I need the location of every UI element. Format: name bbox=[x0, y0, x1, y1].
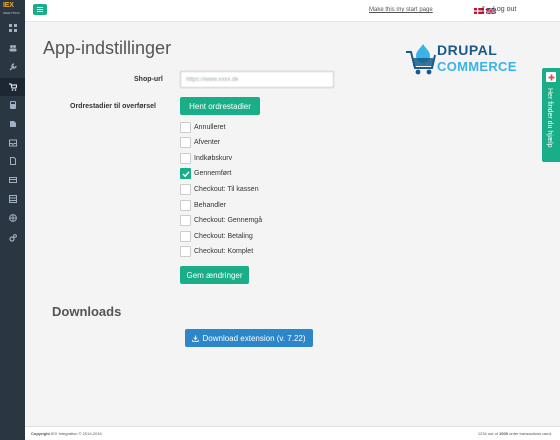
sidebar-item-dashboard[interactable] bbox=[0, 19, 25, 37]
order-state-option[interactable]: Checkout: Gennemgå bbox=[180, 215, 262, 227]
wrench-icon bbox=[9, 63, 17, 71]
hamburger-icon bbox=[37, 7, 43, 8]
shop-url-input[interactable] bbox=[180, 71, 334, 88]
page-title: App-indstillinger bbox=[43, 38, 172, 58]
footer-usage: 1234 out of 1000 order transactions used… bbox=[477, 431, 552, 436]
order-state-checkbox[interactable] bbox=[180, 121, 191, 133]
menu-toggle-button[interactable] bbox=[33, 4, 47, 15]
order-state-label: Checkout: Til kassen bbox=[194, 185, 259, 193]
order-state-label: Checkout: Komplet bbox=[194, 248, 254, 256]
footer-copyright: Copyright IEX Integration © 2014-2016 bbox=[31, 431, 102, 436]
make-start-page-link[interactable]: Make this my start page bbox=[369, 7, 433, 13]
order-state-label: Checkout: Gennemgå bbox=[194, 217, 263, 225]
order-state-label: Afventer bbox=[194, 139, 221, 147]
inbox-icon bbox=[8, 139, 17, 147]
order-state-checkbox[interactable] bbox=[180, 199, 191, 211]
sidebar-item-calculator[interactable] bbox=[0, 96, 25, 114]
sidebar-item-cart[interactable] bbox=[0, 78, 25, 96]
logo-main-text: IEX bbox=[3, 2, 14, 9]
book-icon bbox=[9, 121, 16, 127]
order-state-label: Behandler bbox=[194, 201, 226, 209]
calculator-icon bbox=[9, 101, 16, 109]
table-icon bbox=[8, 195, 17, 203]
logo-sub-text: ANALYTICS bbox=[3, 11, 20, 15]
cart-icon bbox=[8, 83, 17, 91]
fetch-order-states-button[interactable]: Hent ordrestadier bbox=[180, 97, 260, 115]
sidebar-item-settings[interactable] bbox=[0, 229, 25, 247]
sidebar-item-globe[interactable] bbox=[0, 209, 25, 227]
dashboard-icon bbox=[8, 24, 17, 32]
order-state-label: Checkout: Betaling bbox=[194, 232, 253, 240]
order-state-checkbox[interactable] bbox=[180, 183, 191, 195]
drupal-cart-logo-icon bbox=[406, 44, 436, 75]
order-states-label: Ordrestadier til overførsel bbox=[70, 103, 156, 110]
footer: Copyright IEX Integration © 2014-2016 12… bbox=[25, 426, 560, 440]
app-logo[interactable]: IEX ANALYTICS bbox=[1, 2, 25, 18]
users-icon bbox=[9, 45, 16, 52]
shop-url-label: Shop-url bbox=[134, 76, 163, 83]
downloads-title: Downloads bbox=[52, 304, 122, 319]
save-changes-button[interactable]: Gem ændringer bbox=[180, 266, 249, 284]
order-state-label: Indkøbskurv bbox=[194, 154, 233, 162]
order-state-label: Gennemført bbox=[194, 170, 232, 178]
help-tab-label: Her finder du hjælp bbox=[546, 88, 553, 148]
globe-icon bbox=[8, 214, 17, 222]
order-state-option[interactable]: Gennemført bbox=[180, 168, 231, 180]
logout-label: Log out bbox=[493, 6, 517, 13]
sidebar-item-table[interactable] bbox=[0, 190, 25, 208]
credit-card-icon bbox=[8, 177, 17, 183]
sidebar-item-tools[interactable] bbox=[0, 58, 25, 76]
order-state-checkbox[interactable] bbox=[180, 215, 191, 227]
order-state-option[interactable]: Afventer bbox=[180, 137, 220, 149]
logout-button[interactable]: Log out bbox=[482, 6, 516, 13]
order-state-checkbox[interactable] bbox=[180, 246, 191, 258]
download-extension-button[interactable]: Download extension (v. 7.22) bbox=[185, 329, 313, 347]
sidebar: IEX ANALYTICS bbox=[0, 0, 25, 440]
sidebar-item-users[interactable] bbox=[0, 39, 25, 57]
order-state-checkbox[interactable] bbox=[180, 137, 191, 149]
order-state-option[interactable]: Checkout: Betaling bbox=[180, 230, 253, 242]
order-state-checkbox[interactable] bbox=[180, 168, 191, 180]
order-state-option[interactable]: Behandler bbox=[180, 199, 226, 211]
order-state-checkbox[interactable] bbox=[180, 152, 191, 164]
order-state-checkbox[interactable] bbox=[180, 230, 191, 242]
logout-icon bbox=[482, 6, 489, 13]
download-button-label: Download extension (v. 7.22) bbox=[202, 333, 306, 343]
help-tab[interactable]: Her finder du hjælp bbox=[542, 68, 560, 162]
order-state-option[interactable]: Indkøbskurv bbox=[180, 152, 232, 164]
drupal-commerce-logo: DRUPAL COMMERCE bbox=[406, 42, 524, 78]
sidebar-item-billing[interactable] bbox=[0, 171, 25, 189]
sidebar-item-book[interactable] bbox=[0, 115, 25, 133]
order-state-option[interactable]: Checkout: Til kassen bbox=[180, 183, 259, 195]
checkmark-icon bbox=[182, 171, 190, 178]
brand-line-2: COMMERCE bbox=[437, 59, 517, 74]
brand-line-1: DRUPAL bbox=[437, 42, 498, 58]
download-icon bbox=[192, 334, 200, 342]
order-state-option[interactable]: Checkout: Komplet bbox=[180, 246, 253, 258]
sidebar-item-document[interactable] bbox=[0, 152, 25, 170]
first-aid-icon bbox=[546, 72, 556, 82]
cogs-icon bbox=[8, 234, 17, 242]
sidebar-item-inbox[interactable] bbox=[0, 134, 25, 152]
order-state-option[interactable]: Annulleret bbox=[180, 121, 226, 133]
order-state-label: Annulleret bbox=[194, 123, 226, 131]
document-icon bbox=[9, 157, 16, 165]
